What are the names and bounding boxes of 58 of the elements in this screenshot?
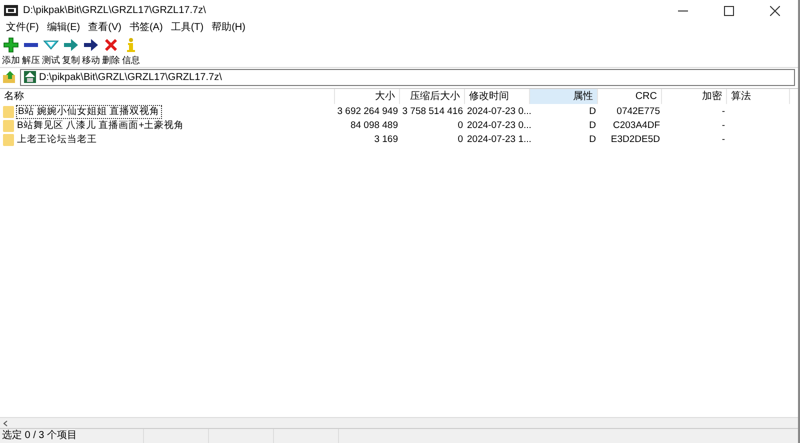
menu-item[interactable]: 文件(F) (2, 20, 43, 35)
delete-button[interactable]: 删除 (101, 35, 121, 67)
column-header[interactable]: 大小 (335, 89, 400, 104)
add-button[interactable]: 添加 (1, 35, 21, 67)
column-header[interactable]: 算法 (727, 89, 790, 104)
table-cell-text: 2024-07-23 1... (466, 133, 530, 147)
table-cell-text: C203A4DF (612, 119, 661, 133)
archive-icon (24, 71, 36, 83)
table-cell-text: 0 (456, 119, 464, 133)
extract-button[interactable]: 解压 (21, 35, 41, 67)
table-cell-text: 3 692 264 949 (336, 105, 399, 119)
table-cell-text: 0 (456, 133, 464, 147)
column-header[interactable]: 名称 (0, 89, 335, 104)
up-folder-icon[interactable] (3, 71, 16, 83)
menu-item[interactable]: 工具(T) (166, 20, 208, 35)
arrow-icon (83, 37, 99, 53)
close-icon (770, 6, 780, 16)
menu-item[interactable]: 书签(A) (125, 20, 167, 35)
plus-icon (3, 37, 19, 53)
table-cell-text: - (720, 119, 726, 133)
column-header[interactable]: 加密 (662, 89, 727, 104)
address-field[interactable]: D:\pikpak\Bit\GRZL\GRZL17\GRZL17.7z\ (20, 68, 795, 86)
app-icon (4, 4, 18, 16)
menu-item[interactable]: 帮助(H) (208, 20, 250, 35)
menu-item[interactable]: 查看(V) (84, 20, 126, 35)
window-title: D:\pikpak\Bit\GRZL\GRZL17\GRZL17.7z\ (23, 4, 206, 18)
table-cell-text: E3D2DE5D (610, 133, 661, 147)
folder-icon (3, 120, 14, 132)
table-cell-text: 0742E775 (616, 105, 661, 119)
file-name[interactable]: B站 婉婉小仙女姐姐 直播双视角 (16, 105, 162, 119)
table-cell-text: D (588, 133, 597, 147)
table-cell-text: 3 758 514 416 (401, 105, 464, 119)
table-cell-text: 3 169 (373, 133, 399, 147)
copy-button[interactable]: 复制 (61, 35, 81, 67)
table-cell-text: D (588, 119, 597, 133)
table-cell-text: - (720, 133, 726, 147)
column-header[interactable]: 压缩后大小 (400, 89, 465, 104)
horizontal-scrollbar[interactable] (0, 417, 798, 428)
arrow-icon (63, 37, 79, 53)
file-name[interactable]: 上老王论坛当老王 (16, 134, 98, 146)
table-cell-text: 2024-07-23 0... (466, 105, 530, 119)
table-cell-text: D (588, 105, 597, 119)
menu-item[interactable]: 编辑(E) (42, 20, 84, 35)
address-text: D:\pikpak\Bit\GRZL\GRZL17\GRZL17.7z\ (39, 70, 222, 84)
table-cell-text: 84 098 489 (349, 119, 399, 133)
move-button[interactable]: 移动 (81, 35, 101, 67)
status-text: 选定 0 / 3 个项目 (0, 429, 144, 443)
file-name[interactable]: B站舞见区 八漆儿 直播画面+土豪视角 (16, 120, 186, 132)
column-header[interactable]: 属性 (530, 89, 598, 104)
info-button[interactable]: 信息 (121, 35, 141, 67)
table-cell-text: - (720, 105, 726, 119)
test-button[interactable]: 测试 (41, 35, 61, 67)
table-cell-text: 2024-07-23 0... (466, 119, 530, 133)
folder-icon (3, 106, 14, 118)
folder-icon (3, 134, 14, 146)
column-header[interactable]: CRC (598, 89, 662, 104)
cross-icon (103, 37, 119, 53)
maximize-icon (724, 6, 734, 16)
